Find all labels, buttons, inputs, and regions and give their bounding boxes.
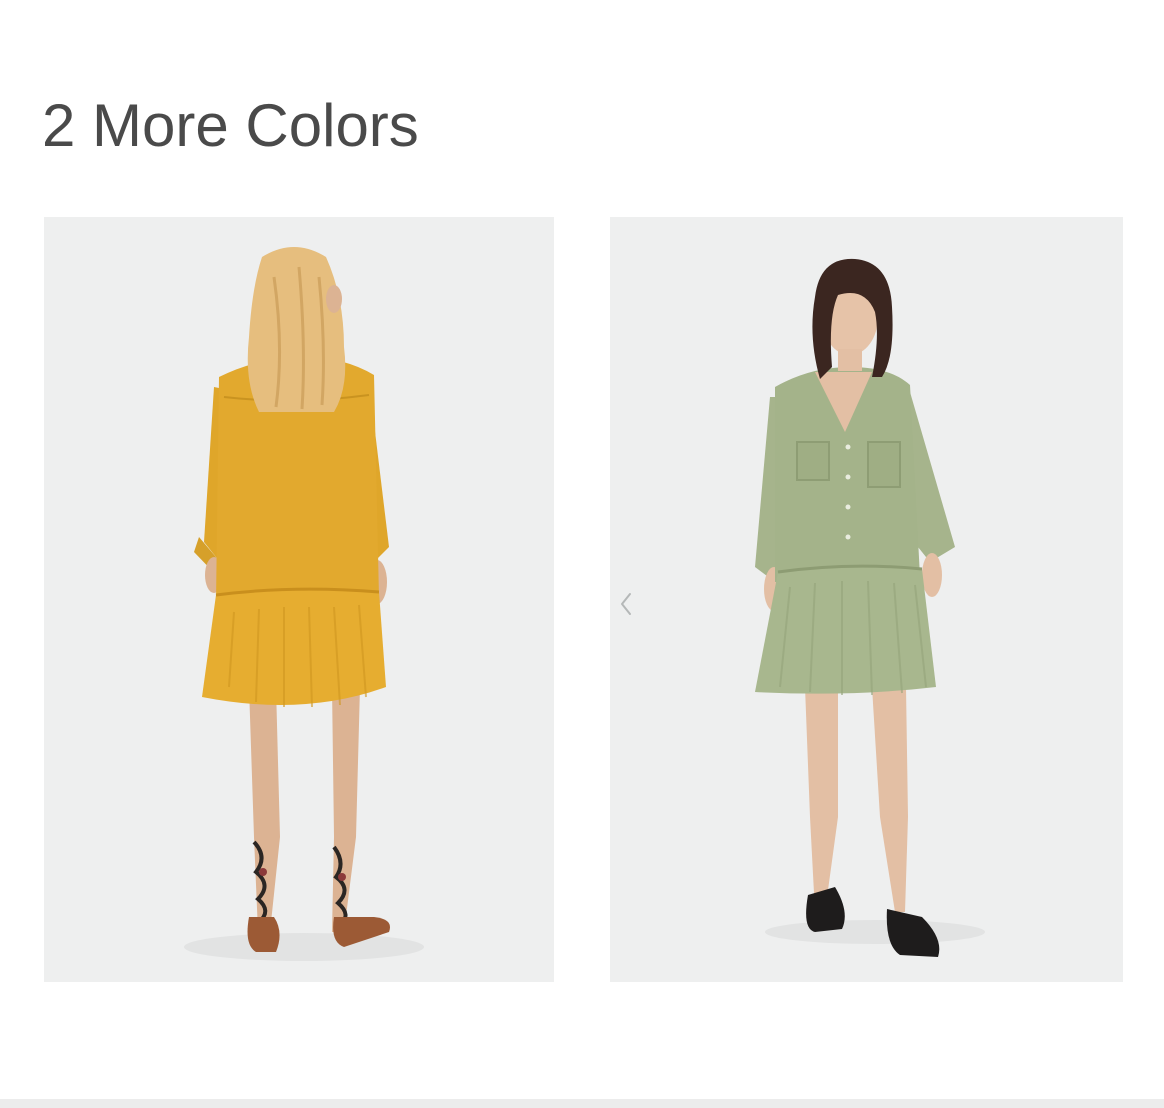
section-heading: 2 More Colors [42,92,419,159]
product-card-khaki[interactable] [610,217,1123,982]
bottom-divider [0,1099,1164,1108]
product-card-mustard[interactable] [44,217,554,982]
chevron-left-icon[interactable] [614,591,638,617]
product-photo-khaki-dress [610,217,1123,982]
product-photo-mustard-dress [44,217,554,982]
